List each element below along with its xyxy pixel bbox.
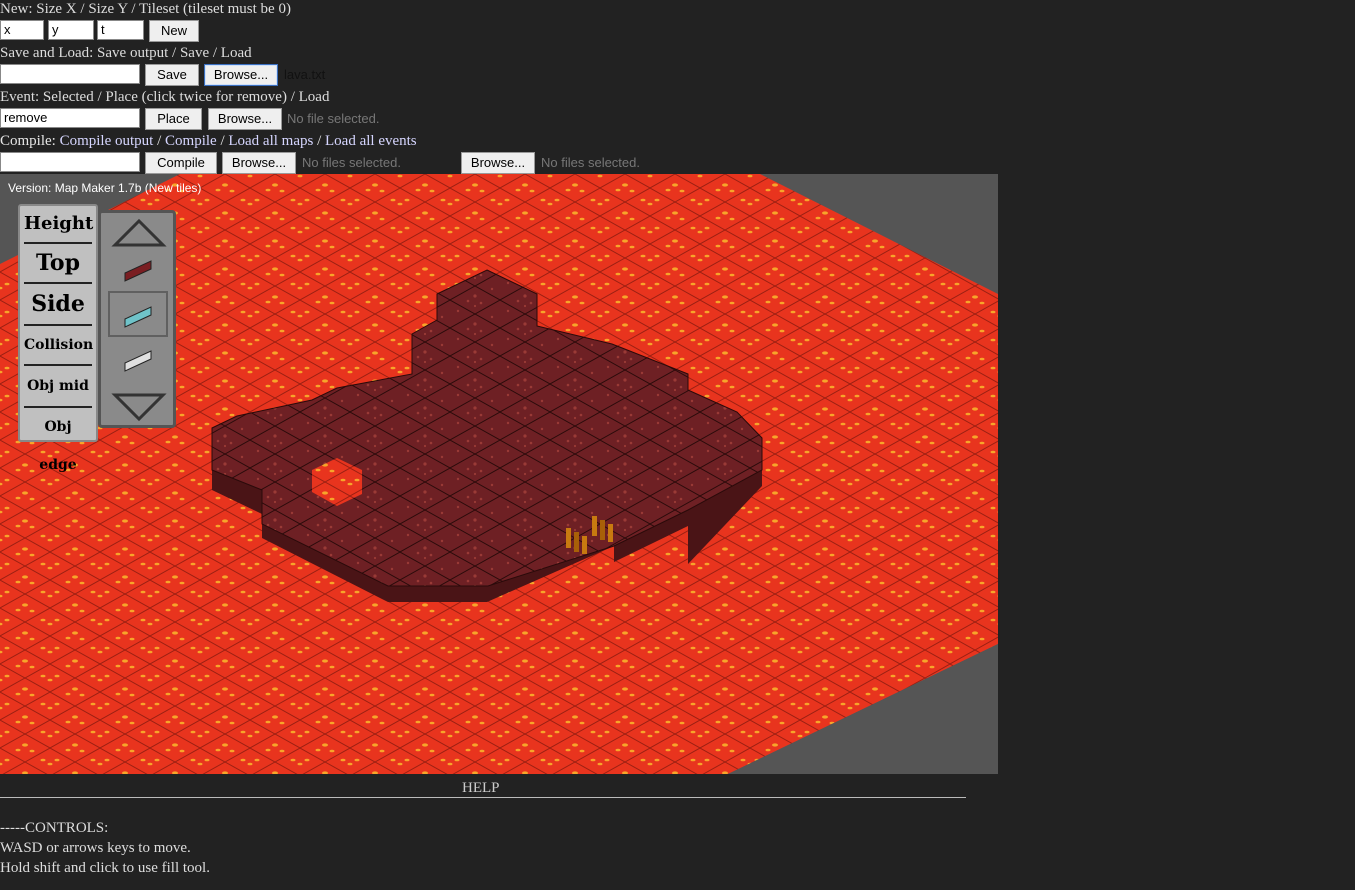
save-load-row: Save Browse... lava.txt	[0, 64, 340, 86]
load-browse-button[interactable]: Browse...	[204, 64, 278, 86]
save-load-label: Save and Load: Save output / Save / Load	[0, 45, 252, 61]
help-line-move: WASD or arrows keys to move.	[0, 840, 191, 856]
new-section-row: x y t New	[0, 20, 300, 42]
save-output-input[interactable]	[0, 64, 140, 84]
event-browse-button[interactable]: Browse...	[208, 108, 282, 130]
save-button[interactable]: Save	[145, 64, 199, 86]
help-divider: HELP	[0, 780, 966, 798]
tile-picker	[98, 210, 176, 428]
maps-browse-button[interactable]: Browse...	[222, 152, 296, 174]
help-line-controls: -----CONTROLS:	[0, 820, 109, 836]
compile-button[interactable]: Compile	[145, 152, 217, 174]
new-section-label: New: Size X / Size Y / Tileset (tileset …	[0, 1, 291, 17]
new-button[interactable]: New	[149, 20, 199, 42]
dark-red-tile-swatch[interactable]	[124, 260, 152, 282]
load-all-maps-link[interactable]: Load all maps	[228, 133, 313, 149]
mode-obj-mid[interactable]: Obj mid	[24, 366, 92, 408]
size-x-input[interactable]: x	[0, 20, 44, 40]
events-file-status: No files selected.	[541, 155, 640, 170]
place-button[interactable]: Place	[145, 108, 202, 130]
scroll-down-arrow-icon[interactable]	[111, 393, 167, 422]
help-line-fill: Hold shift and click to use fill tool.	[0, 860, 210, 876]
maps-file-status: No files selected.	[302, 155, 401, 170]
compile-prefix: Compile:	[0, 133, 60, 149]
scroll-up-arrow-icon[interactable]	[111, 218, 167, 247]
compile-output-input[interactable]	[0, 152, 140, 172]
mode-collision[interactable]: Collision	[24, 326, 93, 366]
mode-side[interactable]: Side	[24, 284, 92, 326]
map-canvas[interactable]: Version: Map Maker 1.7b (New tiles) Heig…	[0, 174, 998, 774]
load-all-events-link[interactable]: Load all events	[325, 133, 417, 149]
mode-top[interactable]: Top	[24, 244, 92, 284]
events-browse-button[interactable]: Browse...	[461, 152, 535, 174]
compile-output-link[interactable]: Compile output	[60, 133, 154, 149]
mode-obj-edge[interactable]: Obj edge	[24, 408, 92, 484]
version-label: Version: Map Maker 1.7b (New tiles)	[8, 181, 202, 195]
event-file-status: No file selected.	[287, 111, 380, 126]
selected-event-input[interactable]: remove	[0, 108, 140, 128]
white-tile-swatch[interactable]	[124, 350, 152, 372]
mode-height[interactable]: Height	[24, 206, 93, 244]
size-y-input[interactable]: y	[48, 20, 94, 40]
event-row: remove Place Browse... No file selected.	[0, 108, 400, 130]
event-label: Event: Selected / Place (click twice for…	[0, 89, 330, 105]
compile-row: Compile Browse... No files selected. Bro…	[0, 152, 700, 174]
tileset-input[interactable]: t	[97, 20, 144, 40]
compile-link[interactable]: Compile	[165, 133, 217, 149]
compile-label: Compile: Compile output / Compile / Load…	[0, 133, 417, 149]
loaded-file-name: lava.txt	[284, 67, 326, 82]
mode-panel: Height Top Side Collision Obj mid Obj ed…	[18, 204, 98, 473]
selected-tile-highlight	[108, 291, 168, 337]
help-title: HELP	[462, 780, 500, 796]
